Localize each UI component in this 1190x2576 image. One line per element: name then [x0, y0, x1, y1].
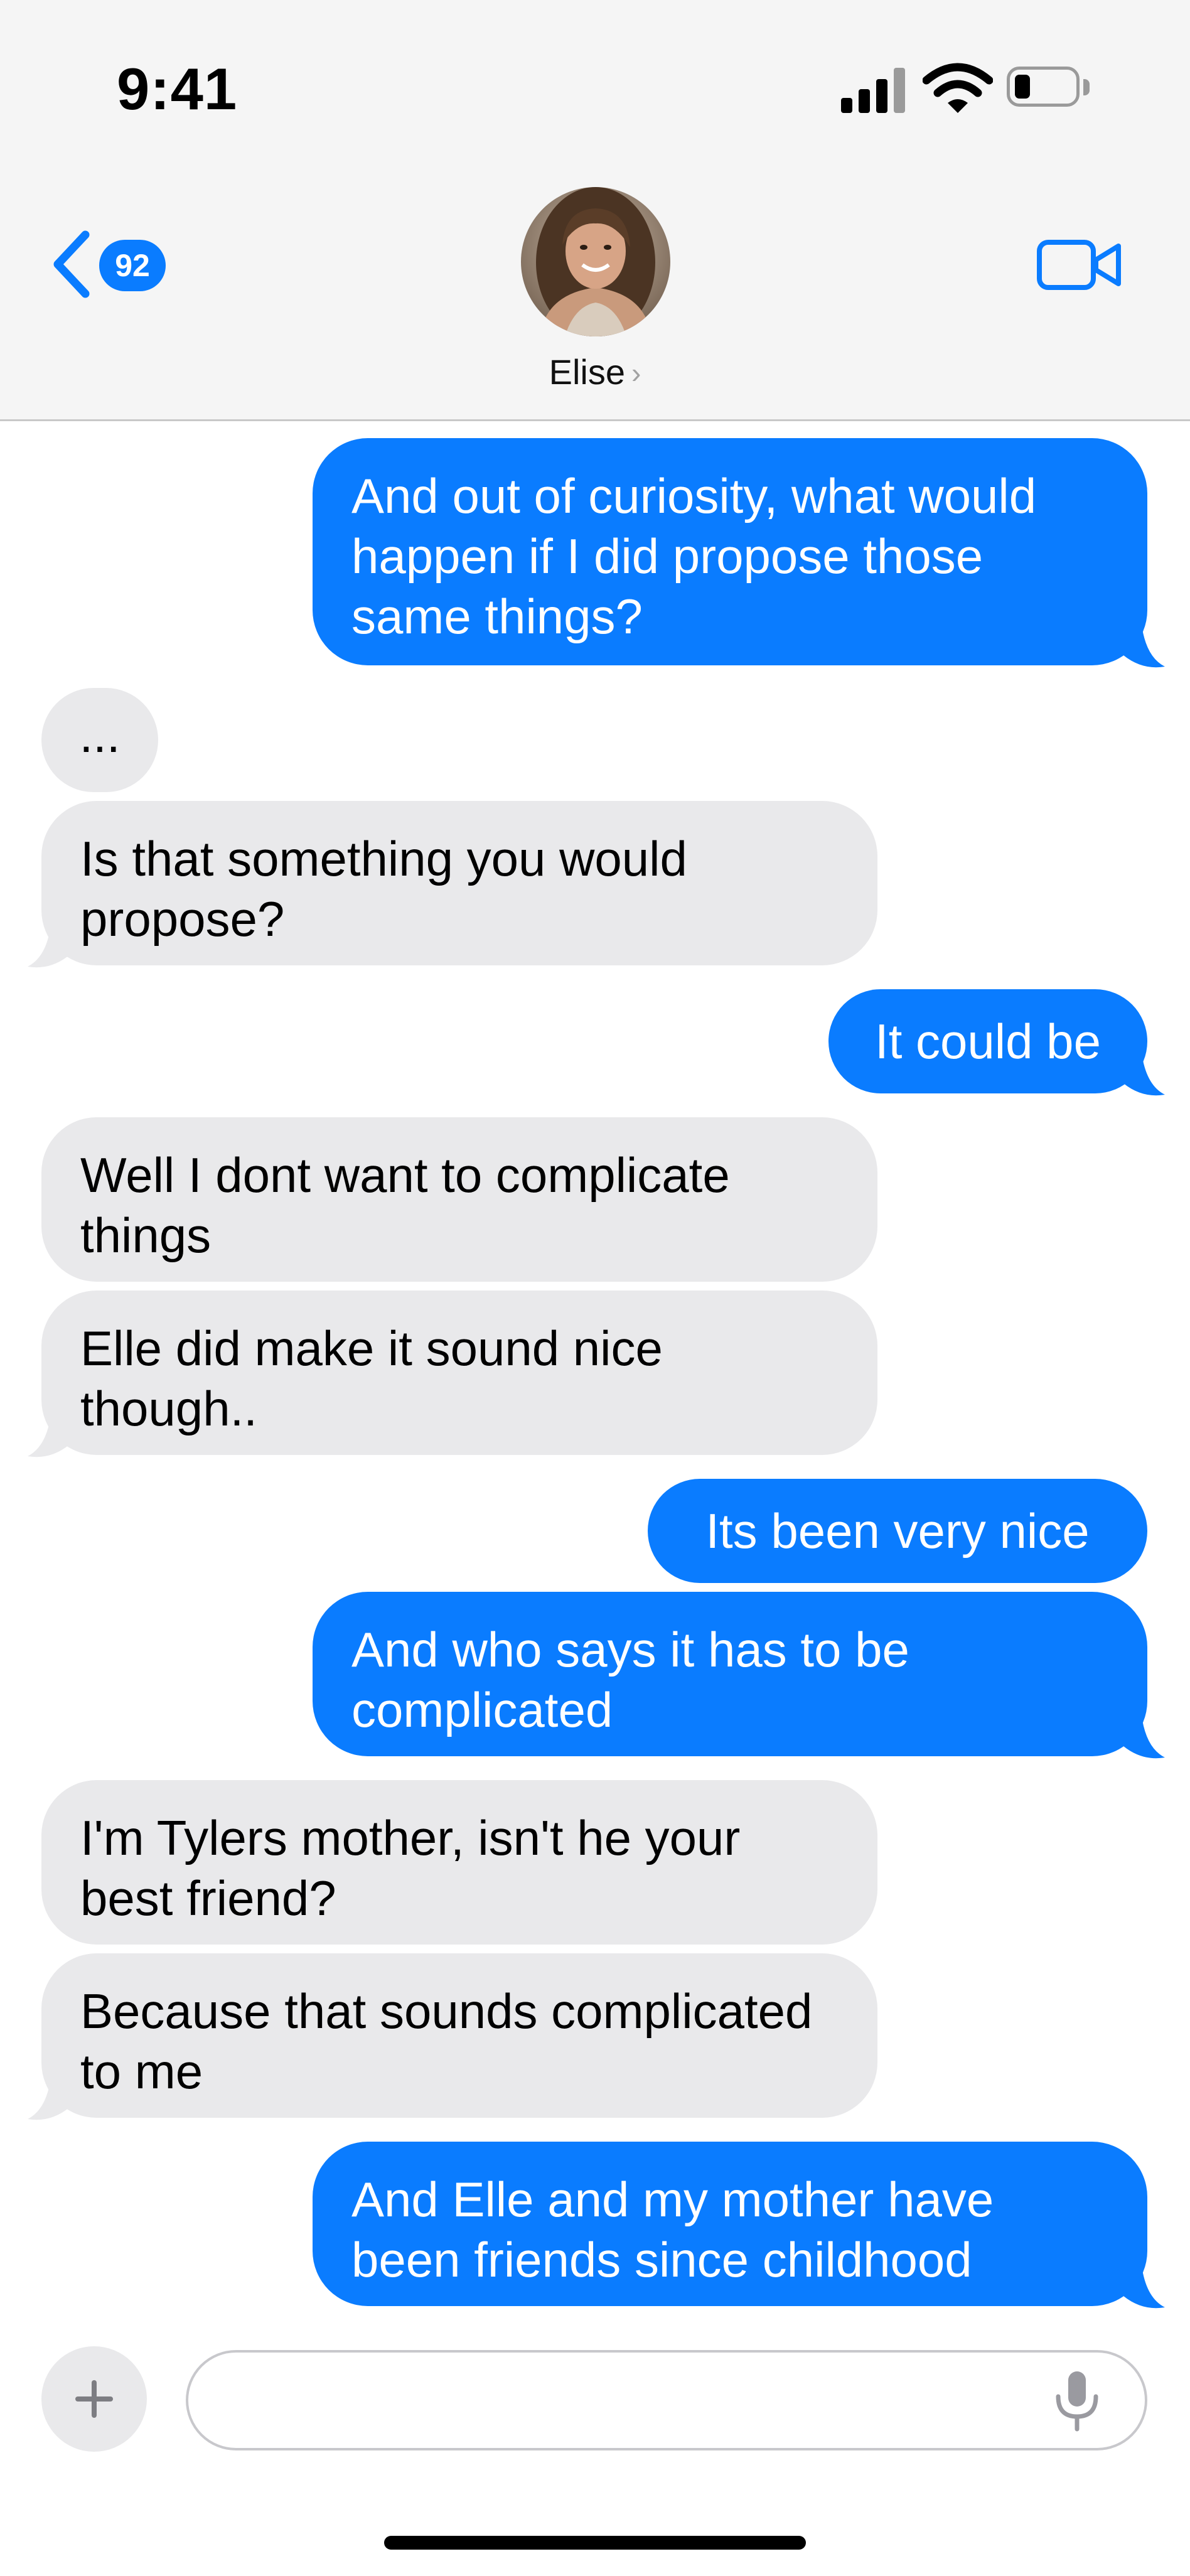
message-text: It could be: [875, 1014, 1101, 1069]
message-text: And out of curiosity, what would happen …: [351, 468, 1037, 644]
message-bubble-incoming[interactable]: ...: [41, 688, 158, 792]
status-time: 9:41: [117, 56, 238, 122]
typing-ellipsis: ...: [79, 707, 121, 763]
message-text: Is that something you would propose?: [80, 831, 687, 947]
bubble-tail: [1123, 1720, 1165, 1759]
contact-name-label: Elise: [549, 352, 626, 392]
wifi-icon: [923, 63, 993, 113]
video-camera-icon[interactable]: [1036, 236, 1123, 294]
contact-chevron-icon: ›: [631, 357, 641, 389]
message-text: And Elle and my mother have been friends…: [351, 2172, 994, 2287]
bubble-tail: [28, 929, 69, 968]
battery-icon: [1007, 67, 1080, 107]
message-input[interactable]: [186, 2350, 1147, 2450]
message-bubble-incoming[interactable]: Is that something you would propose?: [41, 801, 877, 965]
message-bubble-outgoing[interactable]: And out of curiosity, what would happen …: [313, 438, 1147, 665]
bubble-tail: [1123, 1057, 1165, 1096]
message-text: Its been very nice: [705, 1503, 1090, 1559]
message-text: And who says it has to be complicated: [351, 1622, 909, 1737]
plus-icon[interactable]: [41, 2346, 147, 2452]
message-bubble-incoming[interactable]: Well I dont want to complicate things: [41, 1117, 877, 1282]
message-bubble-outgoing[interactable]: And Elle and my mother have been friends…: [313, 2142, 1147, 2306]
avatar[interactable]: [521, 187, 670, 336]
message-text: Well I dont want to complicate things: [80, 1147, 730, 1263]
message-bubble-incoming[interactable]: Because that sounds complicated to me: [41, 1953, 877, 2118]
home-indicator[interactable]: [384, 2536, 806, 2550]
message-text: Because that sounds complicated to me: [80, 1983, 813, 2099]
unread-count-badge[interactable]: 92: [99, 240, 166, 291]
battery-tip: [1083, 79, 1090, 95]
message-bubble-incoming[interactable]: I'm Tylers mother, isn't he your best fr…: [41, 1780, 877, 1945]
message-text: Elle did make it sound nice though..: [80, 1321, 663, 1436]
message-text: I'm Tylers mother, isn't he your best fr…: [80, 1810, 741, 1926]
message-bubble-outgoing[interactable]: And who says it has to be complicated: [313, 1592, 1147, 1756]
bubble-tail: [1123, 2270, 1165, 2309]
contact-name[interactable]: Elise ›: [0, 352, 1190, 392]
bubble-tail: [28, 1419, 69, 1457]
message-bubble-incoming[interactable]: Elle did make it sound nice though..: [41, 1291, 877, 1455]
conversation-header: 9:41 92 Elise ›: [0, 0, 1190, 421]
bubble-tail: [28, 2081, 69, 2120]
microphone-icon[interactable]: [1051, 2369, 1103, 2432]
message-bubble-outgoing[interactable]: Its been very nice: [648, 1479, 1147, 1583]
bubble-tail: [1123, 629, 1165, 668]
cellular-signal-icon: [841, 68, 905, 113]
message-bubble-outgoing[interactable]: It could be: [828, 989, 1147, 1093]
back-chevron-icon[interactable]: [49, 230, 94, 299]
